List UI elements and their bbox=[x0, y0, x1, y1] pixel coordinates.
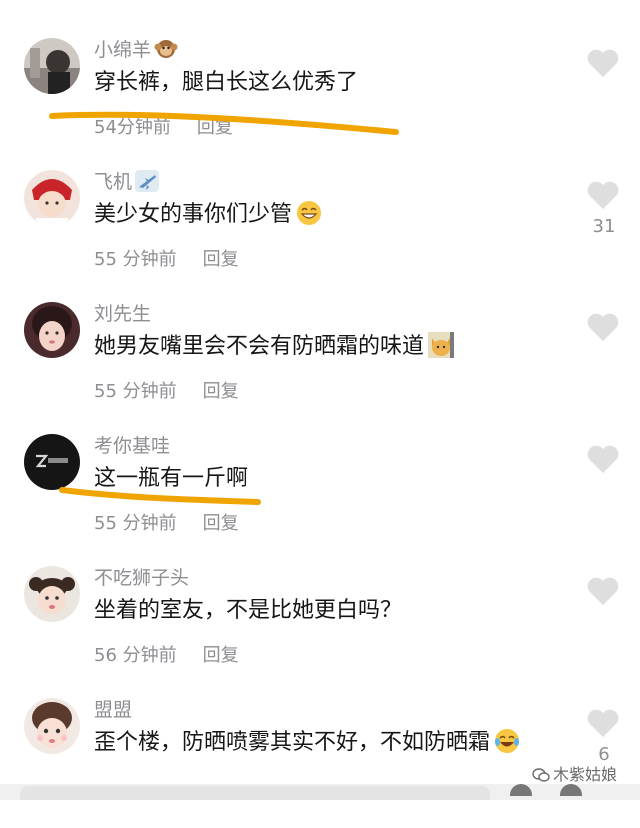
comment-item: 飞机 美少女的事你们少管 55 分钟前 回复 31 bbox=[0, 168, 640, 300]
heart-icon[interactable] bbox=[586, 576, 620, 606]
send-button[interactable] bbox=[560, 784, 582, 796]
comment-text: 她男友嘴里会不会有防晒霜的味道 bbox=[94, 332, 455, 362]
comment-username[interactable]: 小绵羊 bbox=[94, 38, 178, 62]
heart-icon[interactable] bbox=[586, 444, 620, 474]
comment-meta: 55 分钟前 回复 bbox=[94, 248, 239, 272]
comment-text: 坐着的室友，不是比她更白吗？ bbox=[94, 598, 403, 623]
comment-text: 穿长裤，腿白长这么优秀了 bbox=[94, 70, 359, 95]
comment-username[interactable]: 不吃狮子头 bbox=[94, 566, 189, 590]
airplane-emoji-icon bbox=[135, 170, 160, 192]
like-count: 31 bbox=[592, 216, 616, 237]
heart-icon[interactable] bbox=[586, 708, 620, 738]
comment-text: 这一瓶有一斤啊 bbox=[94, 466, 249, 491]
avatar[interactable] bbox=[24, 698, 80, 754]
comment-item: 刘先生 她男友嘴里会不会有防晒霜的味道 55 分钟前 回复 bbox=[0, 300, 640, 432]
grin-emoji-icon bbox=[296, 200, 322, 226]
comment-text: 美少女的事你们少管 bbox=[94, 200, 322, 230]
wechat-icon bbox=[532, 768, 550, 782]
reply-button[interactable]: 回复 bbox=[197, 117, 233, 138]
reply-button[interactable]: 回复 bbox=[203, 513, 239, 534]
reply-button[interactable]: 回复 bbox=[203, 249, 239, 270]
watermark: 木紫姑娘 bbox=[532, 761, 617, 785]
avatar[interactable] bbox=[24, 38, 80, 94]
comment-username[interactable]: 盟盟 bbox=[94, 698, 132, 722]
comment-meta: 54分钟前 回复 bbox=[94, 116, 233, 140]
monkey-emoji-icon bbox=[154, 38, 178, 60]
laugh-cry-emoji-icon bbox=[494, 728, 520, 754]
comment-time: 55 分钟前 bbox=[94, 513, 177, 534]
cat-emoji-icon bbox=[428, 332, 455, 358]
heart-icon[interactable] bbox=[586, 180, 620, 210]
comment-item: 不吃狮子头 坐着的室友，不是比她更白吗？ 56 分钟前 回复 bbox=[0, 564, 640, 696]
comment-username[interactable]: 考你基哇 bbox=[94, 434, 170, 458]
comment-input-bar bbox=[0, 784, 640, 800]
avatar[interactable] bbox=[24, 434, 80, 490]
avatar[interactable] bbox=[24, 170, 80, 226]
heart-icon[interactable] bbox=[586, 312, 620, 342]
comment-meta: 55 分钟前 回复 bbox=[94, 512, 239, 536]
comment-input[interactable] bbox=[20, 786, 490, 800]
comment-text: 歪个楼，防晒喷雾其实不好，不如防晒霜 bbox=[94, 728, 520, 758]
comment-meta: 55 分钟前 回复 bbox=[94, 380, 239, 404]
comment-meta: 56 分钟前 回复 bbox=[94, 644, 239, 668]
comment-time: 55 分钟前 bbox=[94, 249, 177, 270]
reply-button[interactable]: 回复 bbox=[203, 645, 239, 666]
heart-icon[interactable] bbox=[586, 48, 620, 78]
comment-username[interactable]: 刘先生 bbox=[94, 302, 151, 326]
comment-time: 56 分钟前 bbox=[94, 645, 177, 666]
comment-item: 考你基哇 这一瓶有一斤啊 55 分钟前 回复 bbox=[0, 432, 640, 564]
comment-time: 54分钟前 bbox=[94, 117, 171, 138]
comment-username[interactable]: 飞机 bbox=[94, 170, 160, 194]
reply-button[interactable]: 回复 bbox=[203, 381, 239, 402]
comment-time: 55 分钟前 bbox=[94, 381, 177, 402]
avatar[interactable] bbox=[24, 302, 80, 358]
emoji-button[interactable] bbox=[510, 784, 532, 796]
comment-item: 小绵羊 穿长裤，腿白长这么优秀了 54分钟前 回复 bbox=[0, 36, 640, 168]
avatar[interactable] bbox=[24, 566, 80, 622]
